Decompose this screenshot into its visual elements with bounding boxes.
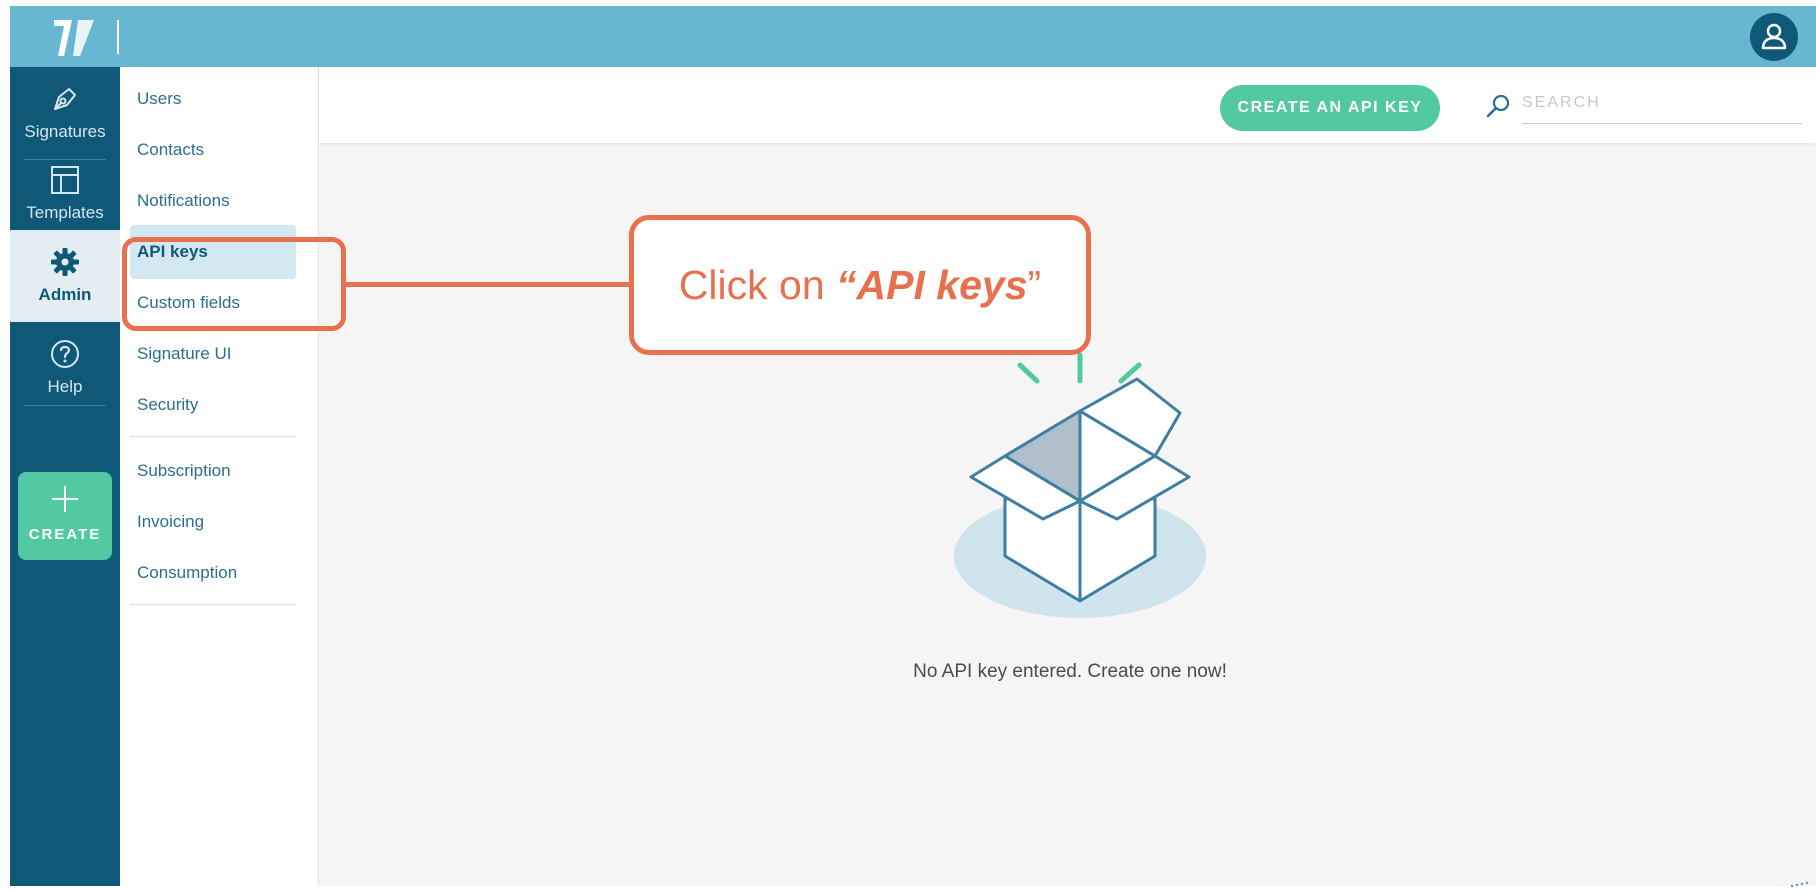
subnav-item-contacts[interactable]: Contacts bbox=[130, 123, 296, 177]
rail-item-signatures[interactable]: Signatures bbox=[10, 67, 120, 159]
search-input[interactable] bbox=[1522, 83, 1802, 124]
logo-divider bbox=[117, 20, 119, 54]
callout-close-quote: ” bbox=[1027, 262, 1042, 308]
main-navigation-rail: Signatures Templates Admin Help CREATE bbox=[10, 67, 120, 886]
rail-item-templates[interactable]: Templates bbox=[10, 148, 120, 240]
app-window: Signatures Templates Admin Help CREATE U… bbox=[10, 6, 1816, 886]
rail-item-label: Admin bbox=[38, 285, 92, 304]
content-header: CREATE AN API KEY bbox=[319, 67, 1816, 143]
subnav-item-security[interactable]: Security bbox=[130, 378, 296, 432]
callout-open-quote: “ bbox=[836, 262, 857, 308]
rail-item-help[interactable]: Help bbox=[10, 322, 120, 414]
subnav-item-consumption[interactable]: Consumption bbox=[130, 546, 296, 600]
subnav-item-signature-ui[interactable]: Signature UI bbox=[130, 327, 296, 381]
rail-item-admin[interactable]: Admin bbox=[10, 230, 120, 322]
create-api-key-button[interactable]: CREATE AN API KEY bbox=[1220, 85, 1440, 131]
instruction-callout: Click on “API keys” bbox=[629, 215, 1091, 355]
empty-state-message: No API key entered. Create one now! bbox=[913, 661, 1227, 682]
help-circle-icon bbox=[51, 340, 79, 368]
highlight-box bbox=[122, 237, 346, 331]
user-avatar[interactable] bbox=[1750, 13, 1798, 61]
create-button-label: CREATE bbox=[28, 526, 102, 543]
callout-target: API keys bbox=[856, 262, 1028, 308]
subnav-item-notifications[interactable]: Notifications bbox=[130, 174, 296, 228]
watermark-dots-icon bbox=[1790, 881, 1809, 888]
admin-subnav: Users Contacts Notifications API keys Cu… bbox=[120, 67, 319, 886]
user-icon bbox=[1761, 23, 1787, 50]
subnav-divider bbox=[130, 604, 296, 605]
top-bar bbox=[10, 6, 1816, 67]
search-icon[interactable] bbox=[1485, 93, 1511, 119]
layout-icon bbox=[51, 166, 79, 194]
subnav-item-subscription[interactable]: Subscription bbox=[130, 444, 296, 498]
rail-item-label: Templates bbox=[26, 203, 104, 222]
gear-icon bbox=[51, 248, 79, 276]
subnav-item-users[interactable]: Users bbox=[130, 72, 296, 126]
create-button[interactable]: CREATE bbox=[18, 472, 112, 560]
plus-icon bbox=[52, 486, 78, 512]
callout-prefix: Click on bbox=[678, 262, 837, 308]
rail-item-label: Help bbox=[47, 377, 83, 396]
rail-item-label: Signatures bbox=[24, 122, 106, 141]
app-logo-icon[interactable] bbox=[50, 16, 100, 60]
subnav-divider bbox=[130, 436, 296, 437]
pen-nib-icon bbox=[54, 88, 76, 110]
empty-box-illustration bbox=[954, 352, 1206, 618]
rail-divider bbox=[24, 405, 106, 406]
callout-connector bbox=[346, 282, 629, 287]
subnav-item-invoicing[interactable]: Invoicing bbox=[130, 495, 296, 549]
